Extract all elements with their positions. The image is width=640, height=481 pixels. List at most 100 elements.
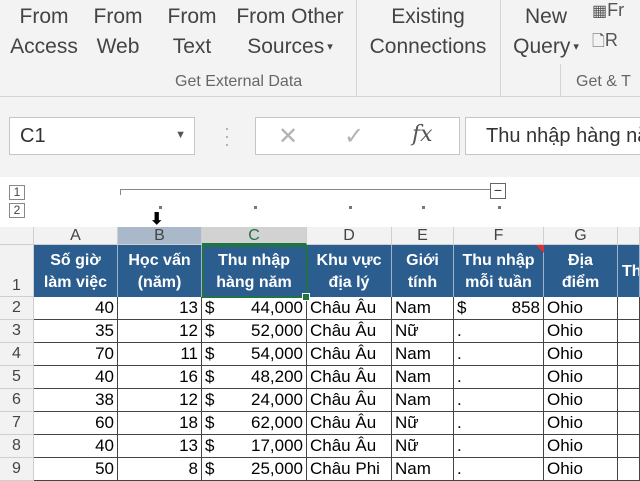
cell-annual-income[interactable]: $62,000 [202,412,307,435]
column-header-b[interactable]: B [118,227,202,245]
cell-region[interactable]: Châu Âu [307,389,392,412]
row-header-1[interactable]: 1 [0,245,34,297]
cell-education[interactable]: 8 [118,458,202,481]
cell-gender[interactable]: Nữ [392,412,454,435]
column-header-e[interactable]: E [392,227,454,245]
cell-region[interactable]: Châu Âu [307,297,392,320]
outline-level-2-button[interactable]: 2 [9,203,25,218]
cell-education[interactable]: 16 [118,366,202,389]
cell-gender[interactable]: Nam [392,297,454,320]
cell-location[interactable]: Ohio [544,320,618,343]
comment-indicator-icon[interactable] [536,245,544,253]
column-header-g[interactable]: G [544,227,618,245]
cell-gender[interactable]: Nam [392,343,454,366]
cancel-icon[interactable]: ✕ [278,122,298,151]
cell-location[interactable]: Ohio [544,366,618,389]
cell-annual-income[interactable]: $17,000 [202,435,307,458]
cell-annual-income[interactable]: $25,000 [202,458,307,481]
row-header[interactable]: 3 [0,320,34,343]
drag-handle-icon[interactable]: · · · [224,119,230,153]
cell-next[interactable] [618,458,640,481]
cell-next[interactable] [618,435,640,458]
from-access-button[interactable]: From Access [8,2,80,62]
cell-annual-income[interactable]: $48,200 [202,366,307,389]
insert-function-icon[interactable]: fx [412,122,433,147]
cell-next[interactable] [618,389,640,412]
row-header[interactable]: 9 [0,458,34,481]
cell-annual-income[interactable]: $54,000 [202,343,307,366]
cell-next[interactable] [618,320,640,343]
header-cell-gender[interactable]: Giới tính [392,245,454,297]
existing-connections-button[interactable]: Existing Connections [364,2,492,62]
cell-gender[interactable]: Nam [392,389,454,412]
header-cell-region[interactable]: Khu vực địa lý [307,245,392,297]
column-header-a[interactable]: A [34,227,118,245]
cell-gender[interactable]: Nữ [392,320,454,343]
header-cell-education[interactable]: Học vấn (năm) [118,245,202,297]
cell-hours[interactable]: 60 [34,412,118,435]
column-header-f[interactable]: F [454,227,544,245]
cell-weekly-income[interactable]: . [454,343,544,366]
cell-next[interactable] [618,366,640,389]
cell-hours[interactable]: 40 [34,297,118,320]
from-web-button[interactable]: From Web [88,2,148,62]
header-cell-annual-income[interactable]: Thu nhập hàng năm [202,245,307,297]
row-header[interactable]: 6 [0,389,34,412]
cell-education[interactable]: 13 [118,435,202,458]
cell-gender[interactable]: Nữ [392,435,454,458]
cell-hours[interactable]: 40 [34,435,118,458]
cell-education[interactable]: 18 [118,412,202,435]
cell-weekly-income[interactable]: . [454,320,544,343]
cell-location[interactable]: Ohio [544,389,618,412]
cell-region[interactable]: Châu Âu [307,343,392,366]
cell-weekly-income[interactable]: . [454,366,544,389]
cell-location[interactable]: Ohio [544,297,618,320]
column-header-h[interactable] [618,227,640,245]
outline-level-1-button[interactable]: 1 [9,185,25,200]
column-header-d[interactable]: D [307,227,392,245]
cell-education[interactable]: 12 [118,389,202,412]
cell-region[interactable]: Châu Âu [307,412,392,435]
header-cell-hours[interactable]: Số giờ làm việc [34,245,118,297]
show-queries-button[interactable]: ▦Fr [592,0,624,21]
cell-hours[interactable]: 50 [34,458,118,481]
new-query-button[interactable]: New Query ▾ [506,2,586,62]
name-box[interactable]: C1 ▼ [9,117,195,155]
from-other-sources-button[interactable]: From Other Sources ▾ [232,2,348,62]
cell-location[interactable]: Ohio [544,343,618,366]
cell-next[interactable] [618,343,640,366]
cell-gender[interactable]: Nam [392,366,454,389]
select-all-corner[interactable] [0,227,34,245]
cell-weekly-income[interactable]: . [454,412,544,435]
cell-hours[interactable]: 35 [34,320,118,343]
cell-next[interactable] [618,412,640,435]
cell-region[interactable]: Châu Âu [307,366,392,389]
cell-weekly-income[interactable]: . [454,435,544,458]
cell-annual-income[interactable]: $24,000 [202,389,307,412]
cell-education[interactable]: 11 [118,343,202,366]
cell-region[interactable]: Châu Âu [307,320,392,343]
cell-location[interactable]: Ohio [544,412,618,435]
cell-location[interactable]: Ohio [544,435,618,458]
row-header[interactable]: 4 [0,343,34,366]
cell-next[interactable] [618,297,640,320]
cell-annual-income[interactable]: $52,000 [202,320,307,343]
column-header-c[interactable]: C [202,227,307,245]
cell-weekly-income[interactable]: . [454,389,544,412]
cell-region[interactable]: Châu Âu [307,435,392,458]
cell-gender[interactable]: Nam [392,458,454,481]
cell-hours[interactable]: 40 [34,366,118,389]
enter-icon[interactable]: ✓ [344,122,364,151]
cell-education[interactable]: 12 [118,320,202,343]
cell-hours[interactable]: 38 [34,389,118,412]
cell-hours[interactable]: 70 [34,343,118,366]
from-text-button[interactable]: From Text [162,2,222,62]
header-cell-next[interactable]: Th [618,245,640,297]
cell-location[interactable]: Ohio [544,458,618,481]
row-header[interactable]: 5 [0,366,34,389]
row-header[interactable]: 8 [0,435,34,458]
header-cell-weekly-income[interactable]: Thu nhập mỗi tuần [454,245,544,297]
header-cell-location[interactable]: Địa điểm [544,245,618,297]
chevron-down-icon[interactable]: ▼ [175,129,186,141]
fill-handle[interactable] [302,293,310,301]
